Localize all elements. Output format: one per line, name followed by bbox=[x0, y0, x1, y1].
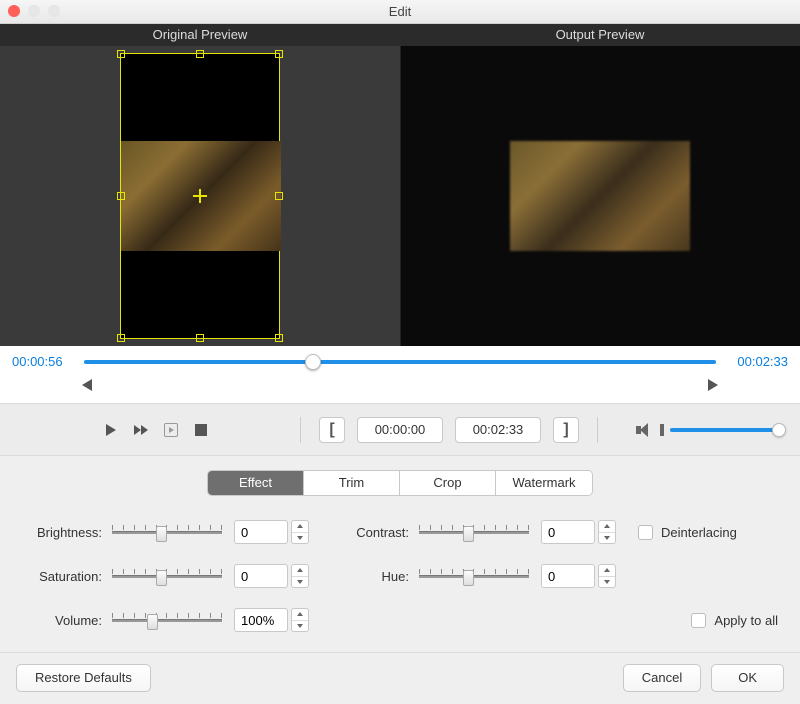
hue-stepper[interactable] bbox=[598, 564, 616, 588]
crop-handle-se[interactable] bbox=[275, 334, 283, 342]
tab-crop[interactable]: Crop bbox=[400, 471, 496, 495]
tab-watermark[interactable]: Watermark bbox=[496, 471, 592, 495]
brightness-slider[interactable] bbox=[112, 522, 222, 542]
titlebar: Edit bbox=[0, 0, 800, 24]
set-in-button[interactable]: [ bbox=[319, 417, 345, 443]
in-marker-icon[interactable] bbox=[82, 379, 92, 391]
crop-handle-sw[interactable] bbox=[117, 334, 125, 342]
preview-header: Original Preview Output Preview bbox=[0, 24, 800, 46]
tab-effect[interactable]: Effect bbox=[208, 471, 304, 495]
step-button[interactable] bbox=[162, 421, 180, 439]
cancel-button[interactable]: Cancel bbox=[623, 664, 701, 692]
separator bbox=[597, 417, 598, 443]
out-time-field[interactable]: 00:02:33 bbox=[455, 417, 541, 443]
window-controls bbox=[8, 5, 60, 17]
apply-all-label: Apply to all bbox=[714, 613, 778, 628]
window-title: Edit bbox=[389, 4, 411, 19]
preview-area bbox=[0, 46, 800, 346]
set-out-button[interactable]: ] bbox=[553, 417, 579, 443]
volume-label: Volume: bbox=[16, 613, 112, 628]
restore-defaults-button[interactable]: Restore Defaults bbox=[16, 664, 151, 692]
in-time-field[interactable]: 00:00:00 bbox=[357, 417, 443, 443]
hue-slider[interactable] bbox=[419, 566, 529, 586]
tab-bar: Effect Trim Crop Watermark bbox=[0, 456, 800, 504]
tab-trim[interactable]: Trim bbox=[304, 471, 400, 495]
stop-button[interactable] bbox=[192, 421, 210, 439]
contrast-label: Contrast: bbox=[339, 525, 419, 540]
footer: Restore Defaults Cancel OK bbox=[0, 652, 800, 702]
total-time: 00:02:33 bbox=[726, 354, 788, 369]
brightness-label: Brightness: bbox=[16, 525, 112, 540]
timeline: 00:00:56 00:02:33 bbox=[0, 346, 800, 404]
minimize-window-button[interactable] bbox=[28, 5, 40, 17]
crop-handle-n[interactable] bbox=[196, 50, 204, 58]
hue-input[interactable] bbox=[541, 564, 595, 588]
crop-center-icon bbox=[193, 189, 207, 203]
contrast-stepper[interactable] bbox=[598, 520, 616, 544]
separator bbox=[300, 417, 301, 443]
current-time: 00:00:56 bbox=[12, 354, 74, 369]
out-marker-icon[interactable] bbox=[708, 379, 718, 391]
saturation-input[interactable] bbox=[234, 564, 288, 588]
original-preview-pane bbox=[0, 46, 401, 346]
play-button[interactable] bbox=[102, 421, 120, 439]
output-preview-label: Output Preview bbox=[400, 24, 800, 46]
volume-knob[interactable] bbox=[772, 423, 786, 437]
deinterlacing-label: Deinterlacing bbox=[661, 525, 737, 540]
crop-handle-ne[interactable] bbox=[275, 50, 283, 58]
playback-controls: [ 00:00:00 00:02:33 ] bbox=[0, 404, 800, 456]
brightness-stepper[interactable] bbox=[291, 520, 309, 544]
saturation-label: Saturation: bbox=[16, 569, 112, 584]
apply-all-checkbox[interactable] bbox=[691, 613, 706, 628]
fast-forward-button[interactable] bbox=[132, 421, 150, 439]
crop-handle-e[interactable] bbox=[275, 192, 283, 200]
volume-input[interactable] bbox=[234, 608, 288, 632]
ff-icon bbox=[141, 425, 148, 435]
output-frame-thumb bbox=[510, 141, 690, 251]
crop-handle-s[interactable] bbox=[196, 334, 204, 342]
ff-icon bbox=[134, 425, 141, 435]
contrast-slider[interactable] bbox=[419, 522, 529, 542]
deinterlacing-checkbox[interactable] bbox=[638, 525, 653, 540]
crop-handle-nw[interactable] bbox=[117, 50, 125, 58]
crop-handle-w[interactable] bbox=[117, 192, 125, 200]
ok-button[interactable]: OK bbox=[711, 664, 784, 692]
brightness-input[interactable] bbox=[234, 520, 288, 544]
contrast-input[interactable] bbox=[541, 520, 595, 544]
zoom-window-button[interactable] bbox=[48, 5, 60, 17]
volume-slider[interactable] bbox=[670, 428, 780, 432]
output-preview-pane bbox=[401, 46, 800, 346]
original-preview-label: Original Preview bbox=[0, 24, 400, 46]
saturation-stepper[interactable] bbox=[291, 564, 309, 588]
hue-label: Hue: bbox=[339, 569, 419, 584]
crop-selection[interactable] bbox=[120, 53, 280, 339]
saturation-slider[interactable] bbox=[112, 566, 222, 586]
volume-icon[interactable] bbox=[636, 423, 652, 437]
volume-control bbox=[636, 423, 780, 437]
seek-knob[interactable] bbox=[305, 354, 321, 370]
step-icon bbox=[164, 423, 178, 437]
effect-panel: Brightness: Contrast: Deinterlacing Satu… bbox=[0, 504, 800, 652]
play-icon bbox=[106, 424, 116, 436]
volume-icon-bar bbox=[660, 424, 664, 436]
stop-icon bbox=[195, 424, 207, 436]
close-window-button[interactable] bbox=[8, 5, 20, 17]
seek-slider[interactable] bbox=[84, 356, 716, 368]
volume-stepper[interactable] bbox=[291, 608, 309, 632]
volume-effect-slider[interactable] bbox=[112, 610, 222, 630]
